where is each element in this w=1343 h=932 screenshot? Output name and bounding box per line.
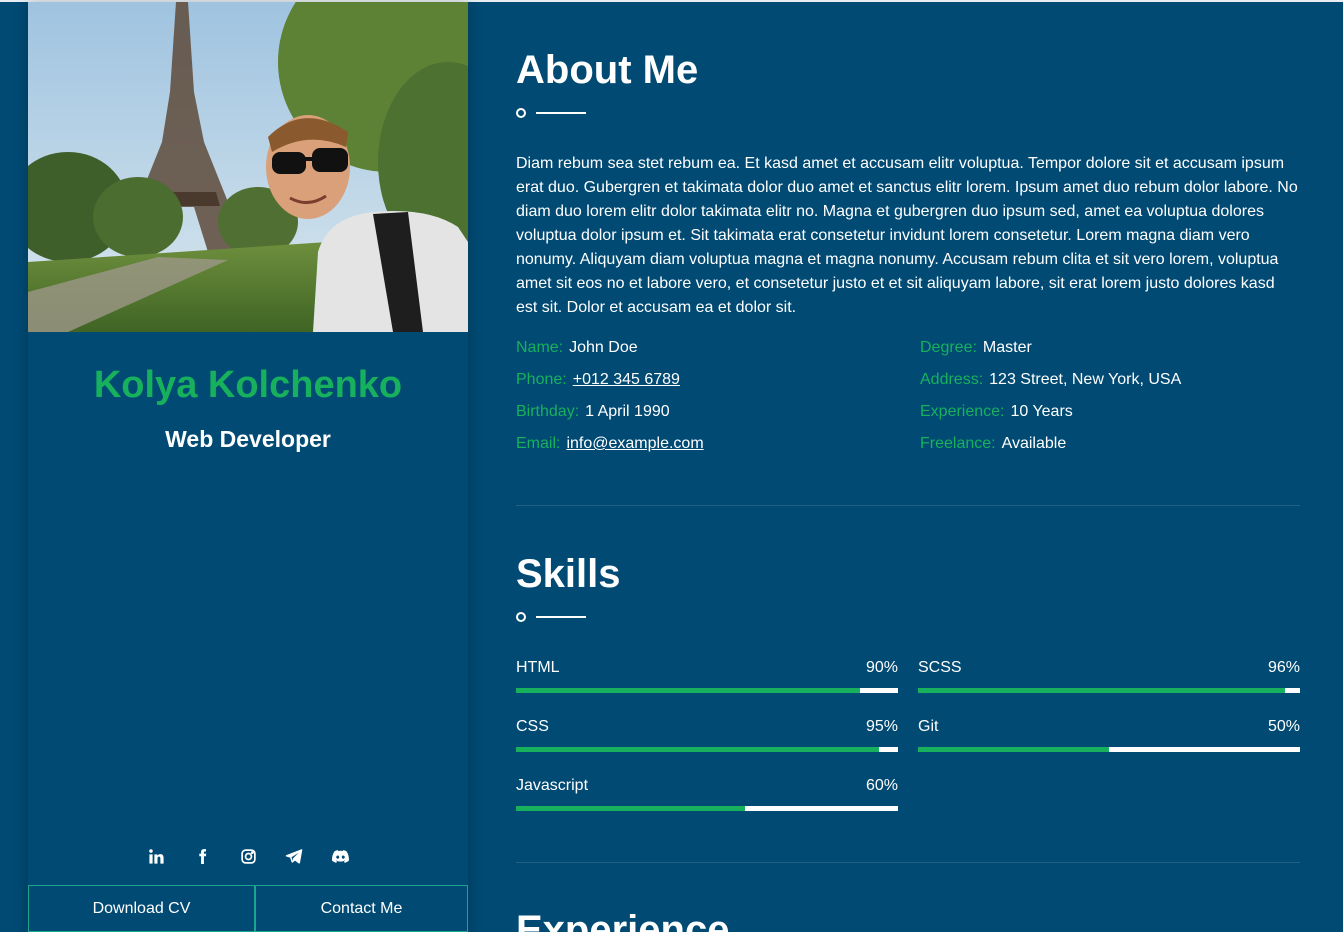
skill-progress-bar — [516, 806, 898, 811]
info-experience: Experience: 10 Years — [920, 403, 1073, 420]
linkedin-icon[interactable] — [144, 844, 168, 868]
skill-progress-bar — [516, 747, 898, 752]
skill-html: HTML 90% — [516, 658, 898, 698]
instagram-icon[interactable] — [236, 844, 260, 868]
facebook-icon[interactable] — [190, 844, 214, 868]
profile-sidebar: Kolya Kolchenko Web Developer Download C… — [28, 2, 468, 932]
skills-title: Skills — [516, 552, 621, 596]
info-column-left: Name: John Doe Phone: +012 345 6789 Birthd… — [516, 336, 704, 464]
info-address: Address: 123 Street, New York, USA — [920, 371, 1182, 388]
skill-git: Git 50% — [918, 717, 1300, 757]
contact-me-button[interactable]: Contact Me — [255, 885, 468, 932]
info-birthday: Birthday: 1 April 1990 — [516, 403, 670, 420]
about-title: About Me — [516, 48, 699, 92]
section-divider — [516, 505, 1300, 506]
info-phone: Phone: +012 345 6789 — [516, 371, 680, 388]
skill-progress-bar — [918, 688, 1300, 693]
sidebar-actions: Download CV Contact Me — [28, 885, 468, 932]
skills-title-divider — [516, 612, 586, 622]
telegram-icon[interactable] — [282, 844, 306, 868]
skill-javascript: Javascript 60% — [516, 776, 898, 816]
experience-title: Experience — [516, 908, 730, 932]
about-text: Diam rebum sea stet rebum ea. Et kasd am… — [516, 155, 1298, 316]
profile-role: Web Developer — [165, 426, 331, 452]
profile-name: Kolya Kolchenko — [93, 364, 403, 406]
info-freelance: Freelance: Available — [920, 435, 1067, 452]
about-title-divider — [516, 108, 586, 118]
social-links — [28, 844, 468, 868]
phone-link[interactable]: +012 345 6789 — [573, 371, 680, 388]
section-divider — [516, 862, 1300, 863]
skill-progress-bar — [516, 688, 898, 693]
email-link[interactable]: info@example.com — [566, 435, 703, 452]
skill-css: CSS 95% — [516, 717, 898, 757]
info-email: Email: info@example.com — [516, 435, 704, 452]
profile-photo — [28, 2, 468, 332]
info-column-right: Degree: Master Address: 123 Street, New Yo… — [920, 336, 1181, 464]
download-cv-button[interactable]: Download CV — [28, 885, 255, 932]
info-name: Name: John Doe — [516, 339, 638, 356]
info-degree: Degree: Master — [920, 339, 1032, 356]
discord-icon[interactable] — [328, 844, 352, 868]
skill-scss: SCSS 96% — [918, 658, 1300, 698]
skill-progress-bar — [918, 747, 1300, 752]
